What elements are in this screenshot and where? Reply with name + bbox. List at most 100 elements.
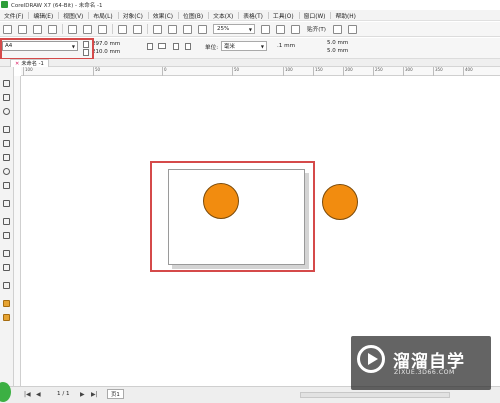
color-eyedropper-tool-icon[interactable] [2, 281, 11, 290]
units-value: 毫米 [224, 44, 236, 50]
ruler-tick: 350 [433, 67, 443, 76]
last-page-icon[interactable]: ▶| [91, 391, 98, 398]
watermark: 溜溜自学 ZIXUE.3D66.COM [351, 336, 491, 390]
new-document-icon[interactable] [3, 24, 12, 34]
rectangle-tool-icon[interactable] [2, 153, 11, 162]
shape-tool-icon[interactable] [2, 93, 11, 102]
application-launcher-icon[interactable] [347, 24, 357, 34]
grid-icon[interactable] [291, 24, 300, 34]
menu-window[interactable]: 窗口(W) [300, 11, 332, 20]
title-bar: CorelDRAW X7 (64-Bit) - 未命名 -1 [0, 0, 500, 9]
search-content-icon[interactable] [153, 24, 162, 34]
menu-layout[interactable]: 布局(L) [89, 11, 120, 20]
page-width-field[interactable]: 297.0 mm [92, 41, 120, 47]
chevron-down-icon: ▼ [260, 43, 264, 49]
menu-object[interactable]: 对象(C) [119, 11, 150, 20]
menu-file[interactable]: 文件(F) [0, 11, 30, 20]
artistic-media-tool-icon[interactable] [2, 139, 11, 148]
orange-circle-off-page[interactable] [322, 184, 358, 220]
page-tab-label: 页1 [111, 392, 120, 398]
ruler-tick: 100 [23, 67, 33, 76]
polygon-tool-icon[interactable] [2, 181, 11, 190]
next-page-icon[interactable]: ▶ [80, 391, 85, 398]
text-tool-icon[interactable] [2, 199, 11, 208]
ruler-tick: 50 [232, 67, 239, 76]
menu-tools[interactable]: 工具(O) [269, 11, 300, 20]
smart-fill-tool-icon[interactable] [2, 313, 11, 322]
interactive-fill-tool-icon[interactable] [2, 299, 11, 308]
vertical-ruler [14, 76, 21, 386]
import-icon[interactable] [168, 24, 177, 34]
options-icon[interactable] [332, 24, 342, 34]
menu-table[interactable]: 表格(T) [239, 11, 269, 20]
chevron-down-icon: ▼ [248, 26, 252, 32]
publish-pdf-icon[interactable] [198, 24, 207, 34]
menu-bitmaps[interactable]: 位图(B) [179, 11, 210, 20]
landscape-icon[interactable] [158, 43, 166, 49]
document-tab[interactable]: ✕ 未命名 -1 [10, 59, 49, 67]
export-icon[interactable] [183, 24, 192, 34]
separator [62, 24, 63, 34]
close-icon[interactable]: ✕ [15, 61, 19, 67]
horizontal-scrollbar[interactable] [300, 392, 450, 398]
pick-tool-icon[interactable] [2, 79, 11, 88]
menu-view[interactable]: 视图(V) [59, 11, 90, 20]
horizontal-ruler: 100 50 0 50 100 150 200 250 300 350 400 [21, 67, 500, 76]
snap-to-menu[interactable]: 贴齐(T) [307, 25, 326, 33]
units-label: 单位: [205, 45, 219, 51]
previous-page-icon[interactable]: ◀ [36, 391, 41, 398]
ruler-tick: 400 [463, 67, 473, 76]
coreldraw-logo-icon [1, 1, 8, 8]
nudge-distance-field[interactable]: .1 mm [277, 43, 295, 49]
ruler-tick: 50 [93, 67, 100, 76]
menu-text[interactable]: 文本(X) [209, 11, 240, 20]
ruler-tick: 0 [162, 67, 167, 76]
transparency-tool-icon[interactable] [2, 263, 11, 272]
units-select[interactable]: 毫米 ▼ [221, 41, 267, 51]
drop-shadow-tool-icon[interactable] [2, 249, 11, 258]
redo-icon[interactable] [133, 24, 142, 34]
document-tab-label: 未命名 -1 [21, 61, 44, 67]
standard-toolbar: 25% ▼ 贴齐(T) [0, 22, 500, 37]
ruler-tick: 100 [283, 67, 293, 76]
zoom-level-select[interactable]: 25% ▼ [213, 24, 255, 34]
zoom-level-value: 25% [217, 26, 230, 32]
separator [112, 24, 113, 34]
first-page-icon[interactable]: |◀ [24, 391, 31, 398]
save-icon[interactable] [33, 24, 42, 34]
page-counter: 1 / 1 [57, 391, 70, 397]
full-screen-icon[interactable] [261, 24, 270, 34]
watermark-url: ZIXUE.3D66.COM [394, 369, 455, 376]
menu-edit[interactable]: 编辑(E) [29, 11, 60, 20]
current-page-icon[interactable] [185, 43, 191, 50]
page-height-field[interactable]: 210.0 mm [92, 49, 120, 55]
ruler-tick: 300 [403, 67, 413, 76]
connector-tool-icon[interactable] [2, 231, 11, 240]
toolbox [0, 67, 14, 387]
parallel-dimension-tool-icon[interactable] [2, 217, 11, 226]
portrait-icon[interactable] [147, 43, 153, 50]
ruler-tick: 150 [313, 67, 323, 76]
play-logo-icon [357, 345, 385, 373]
window-title: CorelDRAW X7 (64-Bit) - 未命名 -1 [11, 2, 103, 9]
freehand-tool-icon[interactable] [2, 125, 11, 134]
duplicate-distance-x[interactable]: 5.0 mm [327, 40, 348, 46]
duplicate-distance-y[interactable]: 5.0 mm [327, 48, 348, 54]
undo-icon[interactable] [118, 24, 127, 34]
zoom-tool-icon[interactable] [2, 107, 11, 116]
separator [147, 24, 148, 34]
menu-help[interactable]: 帮助(H) [331, 11, 361, 20]
menu-bar: 文件(F) 编辑(E) 视图(V) 布局(L) 对象(C) 效果(C) 位图(B… [0, 10, 500, 21]
paste-icon[interactable] [98, 24, 107, 34]
ruler-tick: 250 [373, 67, 383, 76]
rulers-icon[interactable] [276, 24, 285, 34]
all-pages-icon[interactable] [173, 43, 179, 50]
menu-effects[interactable]: 效果(C) [149, 11, 180, 20]
cut-icon[interactable] [68, 24, 77, 34]
page-annotation-box [150, 161, 315, 272]
copy-icon[interactable] [83, 24, 92, 34]
page-tab[interactable]: 页1 [107, 389, 124, 399]
open-folder-icon[interactable] [18, 24, 27, 34]
print-icon[interactable] [48, 24, 57, 34]
ellipse-tool-icon[interactable] [2, 167, 11, 176]
